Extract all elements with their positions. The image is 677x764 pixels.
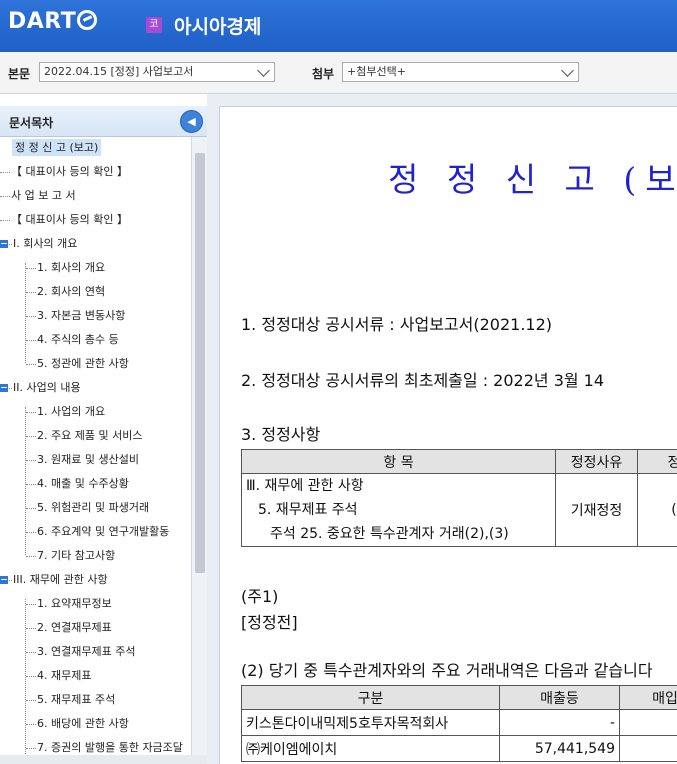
doc-line-3: 3. 정정사항 [241, 425, 321, 444]
toc-item[interactable]: 3. 연결재무제표 주석 [26, 641, 135, 663]
main-doc-select-value: 2022.04.15 [정정] 사업보고서 [44, 65, 194, 78]
document-viewer: 정 정 신 고 (보고) 1. 정정대상 공시서류 : 사업보고서(2021.1… [219, 106, 677, 764]
table-row: Ⅲ. 재무에 관한 사항 5. 재무제표 주석 주석 25. 중요한 특수관계자… [241, 473, 677, 547]
main-doc-select[interactable]: 2022.04.15 [정정] 사업보고서 [39, 62, 275, 82]
attach-label: 첨부 [312, 67, 335, 81]
document-title: 정 정 신 고 (보고) [388, 160, 677, 199]
transactions-table: 구분 매출등 매입 키스톤다이내믹제5호투자목적회사 - ㈜케이엠에이치 57,… [241, 685, 677, 762]
toc-item[interactable]: 1. 요약재무정보 [26, 593, 112, 615]
document-frame: 정 정 신 고 (보고) 1. 정정대상 공시서류 : 사업보고서(2021.1… [207, 94, 677, 764]
table-cell: Ⅲ. 재무에 관한 사항 5. 재무제표 주석 주석 25. 중요한 특수관계자… [241, 473, 556, 547]
table-cell: ㈜케이엠에이치 [241, 735, 500, 762]
company-badge-icon: 코 [146, 17, 162, 33]
toc-item[interactable]: 6. 주요계약 및 연구개발활동 [26, 521, 169, 543]
table-header: 매입 [619, 685, 677, 710]
toc-item[interactable]: 4. 매출 및 수주상황 [26, 473, 129, 495]
toc-item-section-2[interactable]: II. 사업의 내용 [0, 377, 81, 399]
dart-logo[interactable]: DART [8, 9, 98, 34]
company-name: 아시아경제 [174, 16, 262, 38]
toc-item[interactable]: 5. 정관에 관한 사항 [26, 353, 129, 375]
table-cell [619, 709, 677, 736]
note-label: (주1) [241, 587, 279, 606]
toc-item[interactable]: 1. 회사의 개요 [26, 257, 105, 279]
app-header: DART 코 아시아경제 [0, 0, 677, 52]
table-header: 항 목 [241, 449, 556, 474]
toc-item[interactable]: 2. 회사의 연혁 [26, 281, 105, 303]
document-selector-bar: 본문 2022.04.15 [정정] 사업보고서 첨부 +첨부선택+ [0, 52, 677, 94]
table-header: 매출등 [499, 685, 620, 710]
logo-ring-icon [77, 10, 98, 30]
table-cell: 57,441,549 [499, 735, 620, 762]
note-before: [정정전] [241, 613, 298, 632]
collapse-left-icon[interactable]: ◀ [180, 110, 203, 133]
toc-item[interactable]: 3. 원재료 및 생산설비 [26, 449, 139, 471]
toc-item[interactable]: 【 대표이사 등의 확인 】 [0, 161, 128, 183]
attach-select-value: +첨부선택+ [347, 65, 406, 78]
chevron-down-icon [561, 64, 574, 77]
toc-item[interactable]: 4. 재무제표 [26, 665, 91, 687]
toc-item[interactable]: 정 정 신 고 (보고) [12, 137, 102, 159]
table-header: 정 [637, 449, 677, 474]
doc-line-1: 1. 정정대상 공시서류 : 사업보고서(2021.12) [241, 315, 553, 334]
table-cell: 키스톤다이내믹제5호투자목적회사 [241, 709, 500, 736]
toc-item[interactable]: 5. 재무제표 주석 [26, 689, 115, 711]
collapse-minus-icon[interactable] [0, 240, 8, 248]
toc-header: 문서목차 ◀ [0, 106, 207, 137]
attach-select[interactable]: +첨부선택+ [342, 62, 579, 82]
toc-item[interactable]: 【 대표이사 등의 확인 】 [0, 209, 128, 231]
collapse-minus-icon[interactable] [0, 576, 8, 584]
toc-panel: 문서목차 ◀ 정 정 신 고 (보고) 【 대표이사 등의 확인 】 사 업 보… [0, 106, 207, 764]
doc-line-2: 2. 정정대상 공시서류의 최초제출일 : 2022년 3월 14 [241, 371, 605, 390]
collapse-minus-icon[interactable] [0, 384, 8, 392]
toc-item-section-1[interactable]: I. 회사의 개요 [0, 233, 77, 255]
toc-item[interactable]: 4. 주식의 총수 등 [26, 329, 119, 351]
scrollbar-thumb[interactable] [195, 153, 205, 573]
table-header: 구분 [241, 685, 500, 710]
toc-item[interactable]: 7. 기타 참고사항 [26, 545, 115, 567]
main-doc-label: 본문 [8, 67, 31, 81]
toc-scrollbar[interactable] [191, 137, 207, 764]
table-cell [619, 735, 677, 762]
toc-item[interactable]: 3. 자본금 변동사항 [26, 305, 125, 327]
toc-item-section-3[interactable]: III. 재무에 관한 사항 [0, 569, 108, 591]
toc-item[interactable]: 2. 연결재무제표 [26, 617, 112, 639]
toc-horizontal-scrollbar[interactable] [0, 755, 207, 764]
table-cell: ( [637, 473, 677, 547]
chevron-down-icon [257, 64, 270, 77]
table-header: 정정사유 [555, 449, 638, 474]
toc-item[interactable]: 1. 사업의 개요 [26, 401, 105, 423]
table-row: ㈜케이엠에이치 57,441,549 [241, 735, 677, 762]
toc-item[interactable]: 5. 위험관리 및 파생거래 [26, 497, 149, 519]
toc-title: 문서목차 [9, 116, 54, 130]
toc-item[interactable]: 사 업 보 고 서 [0, 185, 76, 207]
toc-tree: 정 정 신 고 (보고) 【 대표이사 등의 확인 】 사 업 보 고 서 【 … [0, 137, 191, 764]
correction-table: 항 목 정정사유 정 Ⅲ. 재무에 관한 사항 5. 재무제표 주석 주석 25… [241, 449, 677, 547]
toc-item[interactable]: 6. 배당에 관한 사항 [26, 713, 129, 735]
doc-line-4: (2) 당기 중 특수관계자와의 주요 거래내역은 다음과 같습니다 [241, 661, 653, 680]
table-cell: 기재정정 [555, 473, 638, 547]
table-row: 키스톤다이내믹제5호투자목적회사 - [241, 709, 677, 736]
table-cell: - [499, 709, 620, 736]
toc-item[interactable]: 2. 주요 제품 및 서비스 [26, 425, 142, 447]
